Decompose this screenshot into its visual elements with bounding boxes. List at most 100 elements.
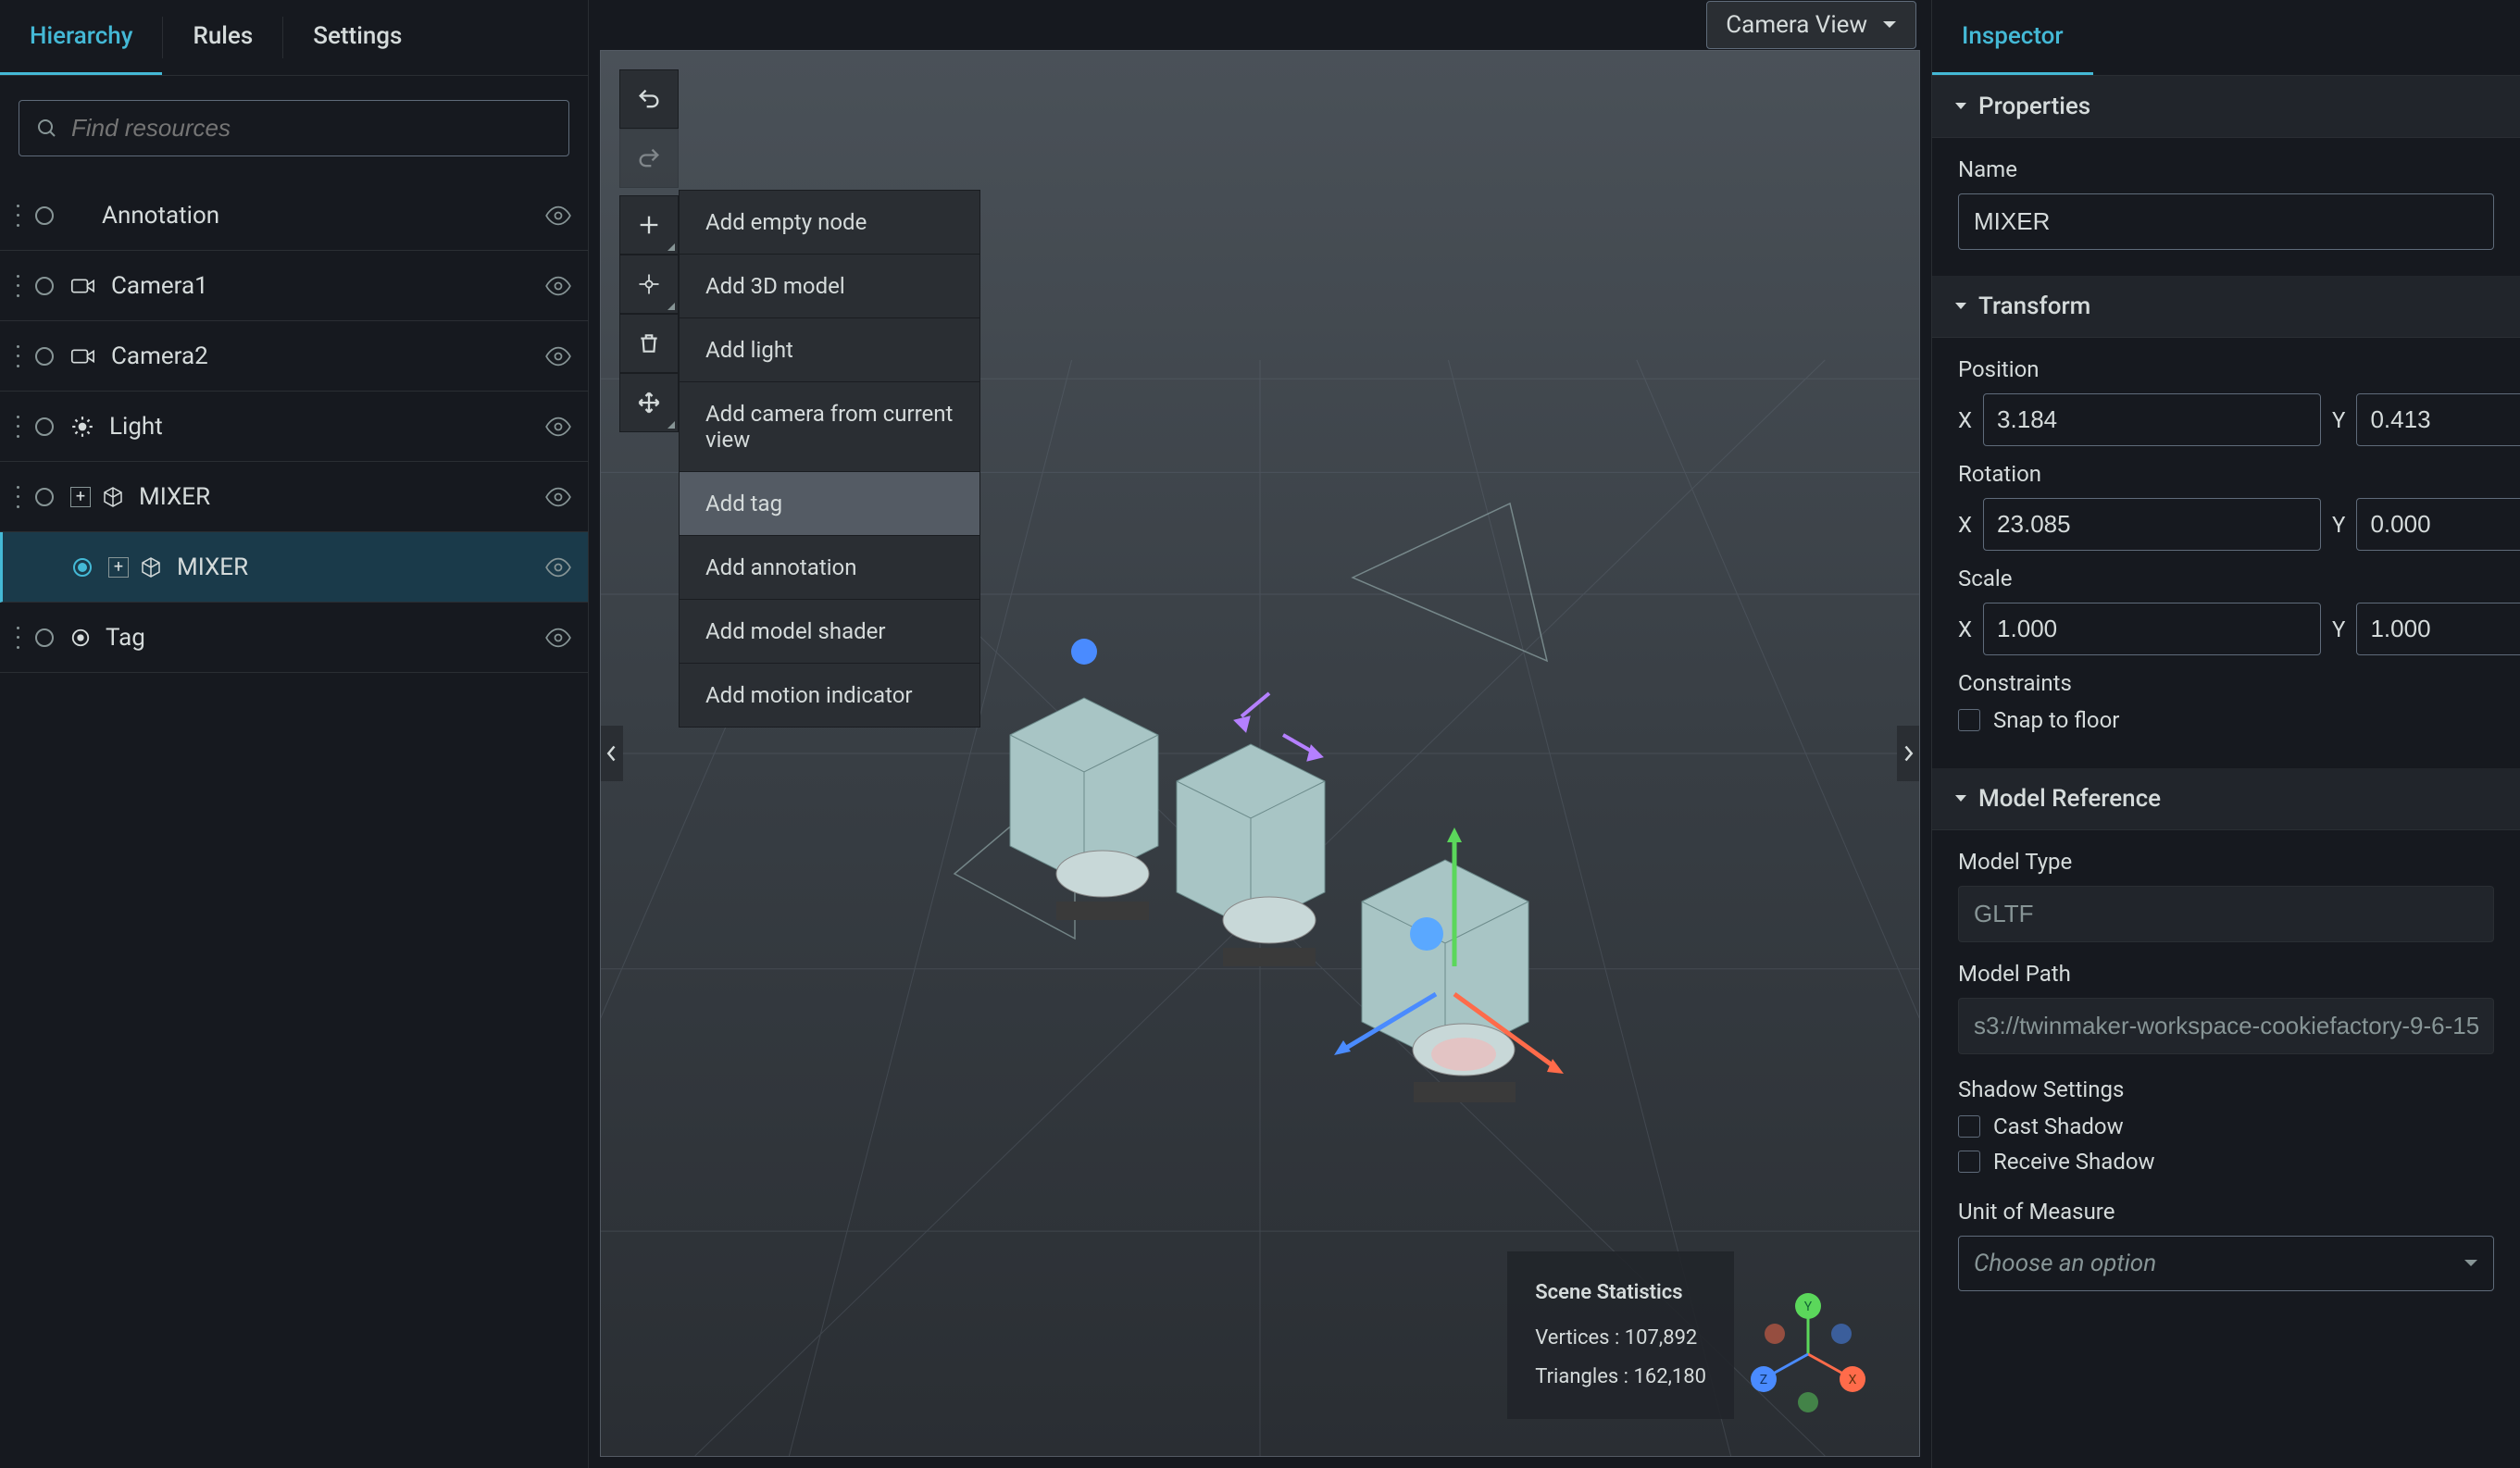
tree-item-tag[interactable]: Tag [0,603,588,673]
menu-add-annotation[interactable]: Add annotation [680,536,979,600]
move-tool-button[interactable] [619,373,679,432]
tab-hierarchy[interactable]: Hierarchy [0,0,162,75]
chevron-down-icon [2464,1259,2478,1268]
redo-button[interactable] [619,129,679,188]
model-icon [102,486,124,508]
visibility-icon[interactable] [545,625,571,651]
tree-item-mixer-selected[interactable]: + MIXER [0,532,588,603]
orientation-gizmo[interactable]: Y X Z [1743,1289,1873,1419]
search-icon [36,118,58,140]
stats-vertices: 107,892 [1625,1326,1698,1350]
camera-view-label: Camera View [1726,11,1867,39]
radio-unchecked[interactable] [35,206,54,225]
position-x-input[interactable] [1983,393,2321,446]
tree-item-annotation[interactable]: Annotation [0,180,588,251]
tree-item-light[interactable]: Light [0,392,588,462]
model-path-label: Model Path [1958,961,2494,987]
camera-icon [70,277,96,295]
section-transform[interactable]: Transform [1932,276,2520,338]
scale-y-input[interactable] [2356,603,2520,655]
section-model-reference[interactable]: Model Reference [1932,768,2520,830]
drag-handle-icon[interactable] [17,486,24,508]
drag-handle-icon[interactable] [17,275,24,297]
visibility-icon[interactable] [545,203,571,229]
drag-handle-icon[interactable] [17,416,24,438]
tree-item-camera2[interactable]: Camera2 [0,321,588,392]
tab-settings[interactable]: Settings [283,0,431,75]
scale-x-input[interactable] [1983,603,2321,655]
menu-add-light[interactable]: Add light [680,318,979,382]
tree-item-mixer[interactable]: + MIXER [0,462,588,532]
radio-unchecked[interactable] [35,628,54,647]
delete-button[interactable] [619,314,679,373]
search-input[interactable] [71,114,552,143]
stats-triangles: 162,180 [1633,1365,1706,1388]
radio-unchecked[interactable] [35,277,54,295]
shadow-settings-label: Shadow Settings [1958,1076,2494,1102]
section-properties[interactable]: Properties [1932,76,2520,138]
name-input[interactable] [1958,193,2494,250]
menu-add-model-shader[interactable]: Add model shader [680,600,979,664]
tab-rules[interactable]: Rules [163,0,282,75]
chevron-down-icon [1882,20,1897,30]
visibility-icon[interactable] [545,343,571,369]
model-type-field [1958,886,2494,942]
camera-icon [70,347,96,366]
menu-add-empty-node[interactable]: Add empty node [680,191,979,255]
menu-add-camera[interactable]: Add camera from current view [680,382,979,472]
receive-shadow-label: Receive Shadow [1993,1149,2155,1175]
radio-unchecked[interactable] [35,417,54,436]
tree-label: Tag [106,624,545,652]
add-button[interactable] [619,195,679,255]
radio-unchecked[interactable] [35,488,54,506]
rotation-x-input[interactable] [1983,498,2321,551]
collapse-left-button[interactable] [601,726,623,781]
stats-title: Scene Statistics [1535,1274,1706,1312]
rotation-y-input[interactable] [2356,498,2520,551]
position-y-input[interactable] [2356,393,2520,446]
collapse-right-button[interactable] [1897,726,1919,781]
scene-statistics: Scene Statistics Vertices : 107,892 Tria… [1507,1251,1734,1419]
tree-label: MIXER [177,554,545,581]
radio-checked[interactable] [73,558,92,577]
tag-icon [70,628,91,648]
object-tool-button[interactable] [619,255,679,314]
snap-to-floor-label: Snap to floor [1993,707,2119,733]
snap-to-floor-checkbox[interactable] [1958,709,1980,731]
tree-label: MIXER [139,483,545,511]
model-icon [140,556,162,578]
drag-handle-icon[interactable] [17,205,24,227]
caret-down-icon [1954,302,1967,311]
model-path-field [1958,998,2494,1054]
hierarchy-tree: Annotation Camera1 Camera2 [0,180,588,1468]
visibility-icon[interactable] [545,484,571,510]
menu-add-motion-indicator[interactable]: Add motion indicator [680,664,979,727]
tab-inspector[interactable]: Inspector [1932,0,2093,75]
search-box[interactable] [19,100,569,156]
svg-text:Y: Y [1804,1300,1813,1314]
radio-unchecked[interactable] [35,347,54,366]
unit-of-measure-select[interactable]: Choose an option [1958,1236,2494,1291]
visibility-icon[interactable] [545,414,571,440]
constraints-label: Constraints [1958,670,2494,696]
light-icon [70,415,94,439]
visibility-icon[interactable] [545,273,571,299]
add-context-menu: Add empty node Add 3D model Add light Ad… [679,190,980,728]
visibility-icon[interactable] [545,554,571,580]
left-panel: Hierarchy Rules Settings Annotation [0,0,589,1468]
camera-view-dropdown[interactable]: Camera View [1706,1,1916,49]
receive-shadow-checkbox[interactable] [1958,1151,1980,1173]
drag-handle-icon[interactable] [17,627,24,649]
tree-item-camera1[interactable]: Camera1 [0,251,588,321]
expand-icon[interactable]: + [108,557,129,578]
drag-handle-icon[interactable] [17,345,24,367]
cast-shadow-checkbox[interactable] [1958,1115,1980,1138]
caret-down-icon [1954,794,1967,803]
undo-button[interactable] [619,69,679,129]
inspector-panel: Inspector Properties Name Transform Posi… [1931,0,2520,1468]
viewport-3d[interactable]: Add empty node Add 3D model Add light Ad… [600,50,1920,1457]
menu-add-3d-model[interactable]: Add 3D model [680,255,979,318]
menu-add-tag[interactable]: Add tag [680,472,979,536]
expand-icon[interactable]: + [70,487,91,507]
unit-of-measure-label: Unit of Measure [1958,1199,2494,1225]
